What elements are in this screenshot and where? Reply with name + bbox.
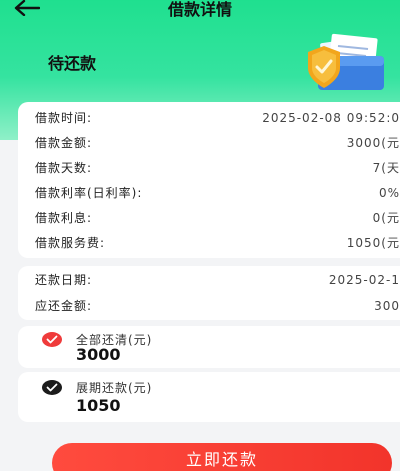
option-amount: 1050 bbox=[76, 396, 121, 415]
row-label: 应还金额: bbox=[35, 299, 93, 313]
check-icon[interactable] bbox=[42, 380, 62, 395]
row-label: 借款金额: bbox=[35, 136, 93, 150]
row-label: 借款利率(日利率): bbox=[35, 186, 143, 200]
option-amount: 3000 bbox=[76, 345, 121, 364]
row-value: 2025-02-08 09:52:0 bbox=[262, 111, 400, 125]
option-full-repayment[interactable]: 全部还清(元) 3000 bbox=[18, 326, 400, 368]
loan-status: 待还款 bbox=[48, 54, 97, 73]
info-row-interest-rate: 借款利率(日利率): 0% bbox=[35, 183, 400, 203]
row-value: 2025-02-1 bbox=[328, 273, 400, 287]
repay-row-amount-due: 应还金额: 300 bbox=[35, 296, 400, 316]
row-value: 3000(元 bbox=[346, 136, 400, 150]
row-label: 借款时间: bbox=[35, 111, 93, 125]
row-value: 7(天 bbox=[372, 161, 400, 175]
info-row-loan-amount: 借款金额: 3000(元 bbox=[35, 133, 400, 153]
document-shield-icon bbox=[300, 32, 384, 98]
info-row-service-fee: 借款服务费: 1050(元 bbox=[35, 233, 400, 253]
repay-now-button[interactable]: 立即还款 bbox=[52, 443, 392, 471]
row-label: 借款利息: bbox=[35, 211, 93, 225]
loan-info-card: 借款时间: 2025-02-08 09:52:0 借款金额: 3000(元 借款… bbox=[18, 102, 400, 258]
row-label: 借款天数: bbox=[35, 161, 93, 175]
top-bar: 借款详情 bbox=[0, 0, 400, 22]
page-title: 借款详情 bbox=[167, 0, 232, 19]
row-value: 300 bbox=[374, 299, 400, 313]
repayment-card: 还款日期: 2025-02-1 应还金额: 300 bbox=[18, 266, 400, 320]
info-row-loan-days: 借款天数: 7(天 bbox=[35, 158, 400, 178]
option-extension-repayment[interactable]: 展期还款(元) 1050 bbox=[18, 372, 400, 422]
row-value: 0% bbox=[378, 186, 400, 200]
info-row-interest: 借款利息: 0(元 bbox=[35, 208, 400, 228]
repay-row-date: 还款日期: 2025-02-1 bbox=[35, 270, 400, 290]
row-label: 还款日期: bbox=[35, 273, 93, 287]
row-value: 0(元 bbox=[372, 211, 400, 225]
selected-check-icon[interactable] bbox=[42, 332, 62, 347]
option-label: 展期还款(元) bbox=[76, 381, 153, 395]
row-value: 1050(元 bbox=[346, 236, 400, 250]
info-row-loan-time: 借款时间: 2025-02-08 09:52:0 bbox=[35, 108, 400, 128]
row-label: 借款服务费: bbox=[35, 236, 106, 250]
